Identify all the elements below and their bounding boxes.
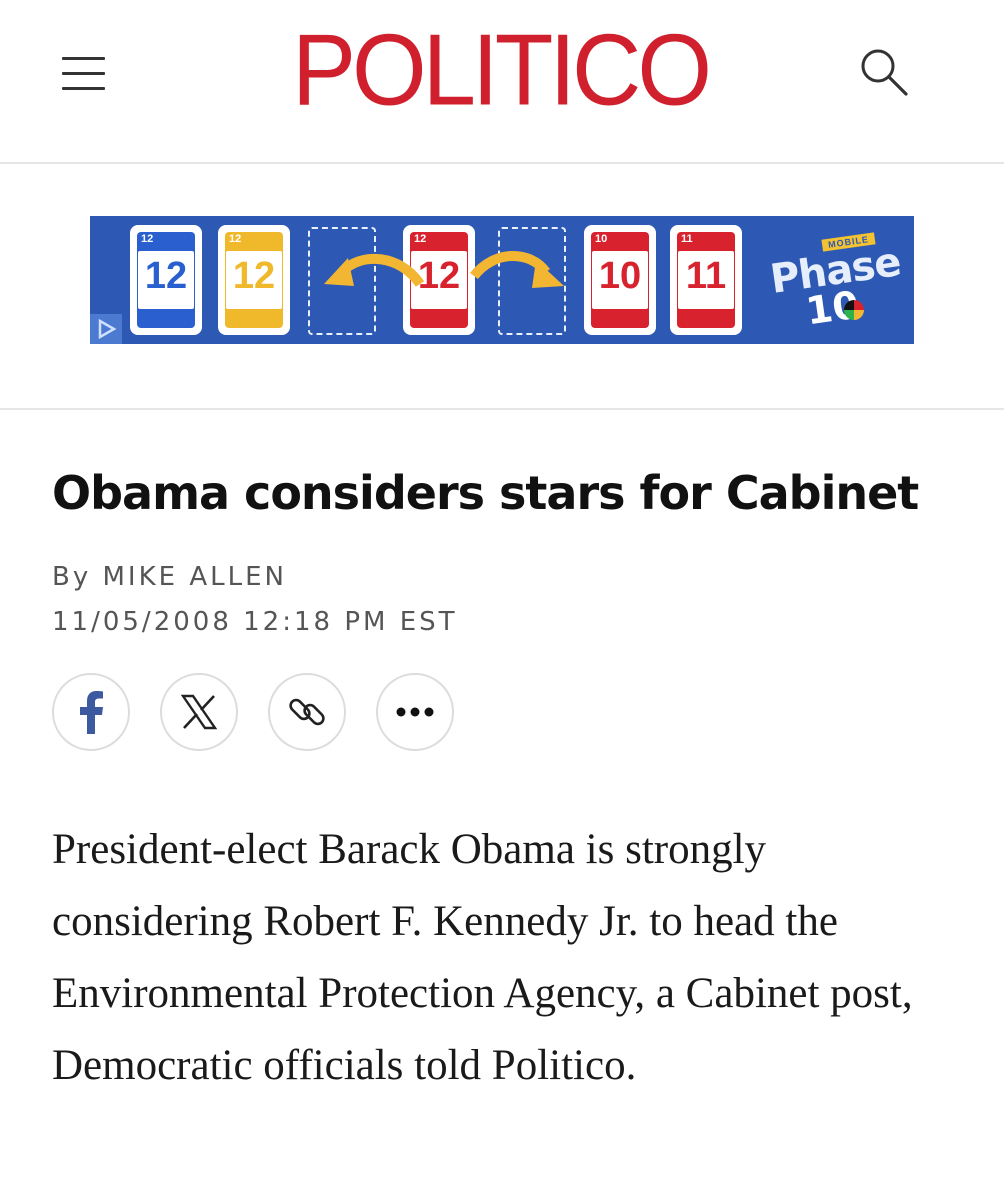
ad-card-red-11: 11 11 — [672, 227, 740, 333]
ad-container: 12 12 12 12 12 12 10 10 11 11 MOBILE Pha… — [0, 164, 1004, 410]
more-share-button[interactable] — [376, 673, 454, 751]
ad-card-corner: 11 — [681, 233, 693, 245]
more-icon — [396, 707, 434, 717]
ad-brand-badge-icon — [844, 300, 864, 320]
search-icon[interactable] — [858, 46, 910, 98]
facebook-icon — [80, 691, 103, 734]
phase10-ad-banner[interactable]: 12 12 12 12 12 12 10 10 11 11 MOBILE Pha… — [90, 216, 914, 344]
ad-card-number: 10 — [598, 255, 642, 297]
ad-card-corner: 12 — [229, 233, 242, 245]
article-headline: Obama considers stars for Cabinet — [52, 466, 919, 520]
article-body-paragraph: President-elect Barack Obama is strongly… — [52, 826, 913, 1089]
x-icon — [180, 694, 218, 730]
adchoices-icon[interactable] — [90, 314, 122, 344]
ad-right-arrow-icon — [470, 251, 564, 288]
ad-card-number: 12 — [144, 255, 188, 297]
ad-card-red-10: 10 10 — [586, 227, 654, 333]
site-header: POLITICO — [0, 0, 1004, 164]
ad-card-corner: 10 — [595, 233, 608, 245]
ad-card-number: 11 — [685, 255, 727, 297]
ad-card-corner: 12 — [141, 233, 154, 245]
link-icon — [289, 698, 325, 726]
hamburger-menu-icon[interactable] — [62, 55, 106, 91]
politico-logo[interactable]: POLITICO — [270, 13, 730, 129]
ad-card-blue-12: 12 12 — [132, 227, 200, 333]
ad-card-number: 12 — [232, 255, 276, 297]
article-timestamp: 11/05/2008 12:18 PM EST — [52, 607, 458, 637]
ad-left-arrow-icon — [324, 253, 425, 288]
x-share-button[interactable] — [160, 673, 238, 751]
ad-card-yellow-12: 12 12 — [220, 227, 288, 333]
article-byline: By MIKE ALLEN — [52, 562, 287, 592]
phase10-logo: MOBILE Phase 10 — [767, 232, 903, 333]
copy-link-button[interactable] — [268, 673, 346, 751]
facebook-share-button[interactable] — [52, 673, 130, 751]
